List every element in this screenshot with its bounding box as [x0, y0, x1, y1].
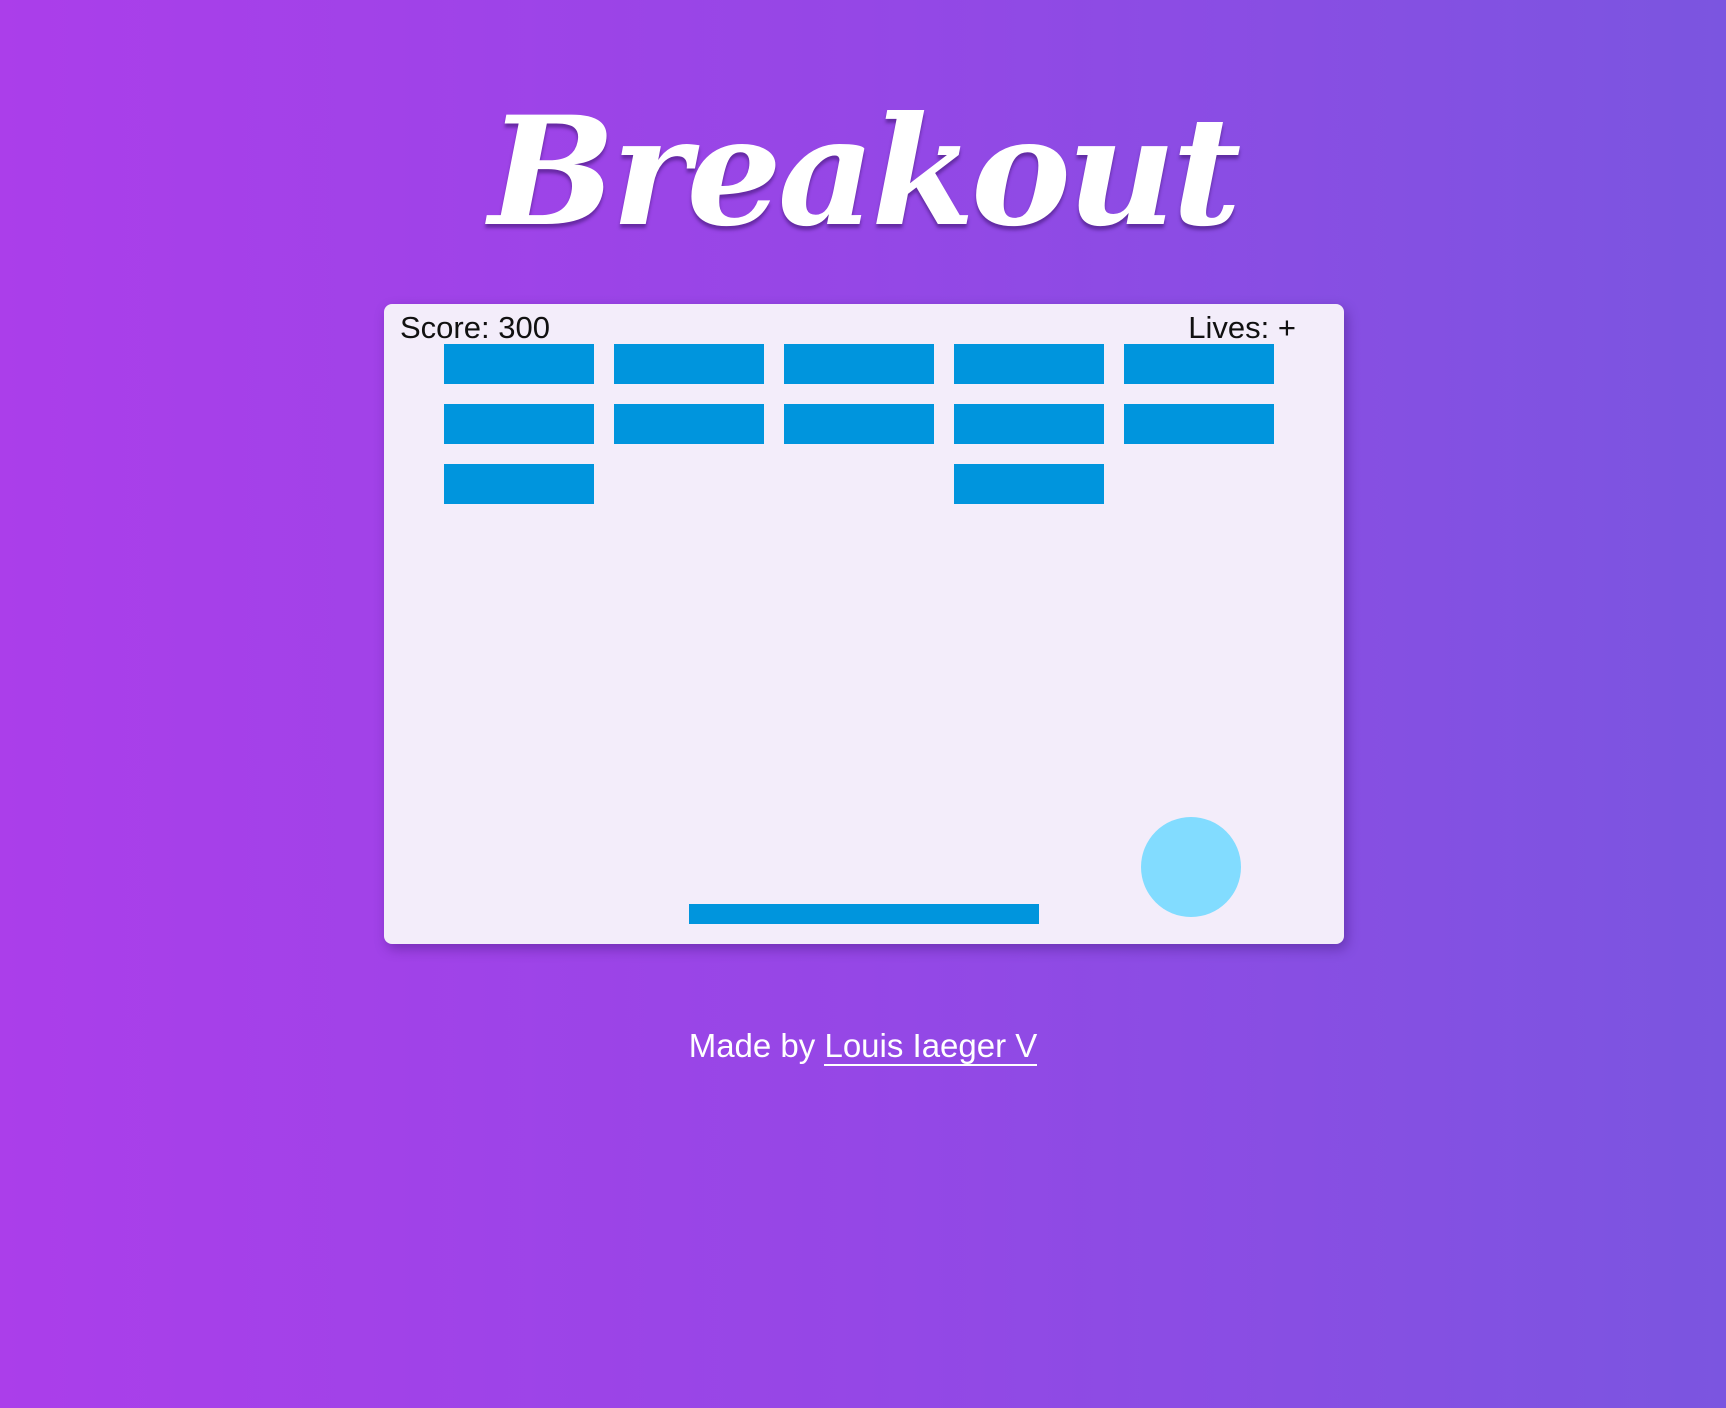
brick	[954, 464, 1104, 504]
brick	[444, 344, 594, 384]
author-link[interactable]: Louis Iaeger V	[824, 1027, 1038, 1066]
paddle[interactable]	[689, 904, 1039, 924]
brick	[614, 404, 764, 444]
brick	[954, 344, 1104, 384]
brick	[444, 404, 594, 444]
brick	[444, 464, 594, 504]
brick	[784, 344, 934, 384]
brick	[954, 404, 1104, 444]
brick	[614, 344, 764, 384]
score-display: Score: 300	[400, 310, 550, 345]
brick	[1124, 344, 1274, 384]
brick	[784, 404, 934, 444]
game-canvas[interactable]: Score: 300 Lives: +	[384, 304, 1344, 944]
lives-display: Lives: +	[1188, 310, 1296, 345]
footer-credit: Made by Louis Iaeger V	[0, 1026, 1726, 1066]
brick	[1124, 404, 1274, 444]
page-title: Breakout	[488, 84, 1242, 260]
ball	[1141, 817, 1241, 917]
footer-prefix: Made by	[688, 1027, 825, 1064]
